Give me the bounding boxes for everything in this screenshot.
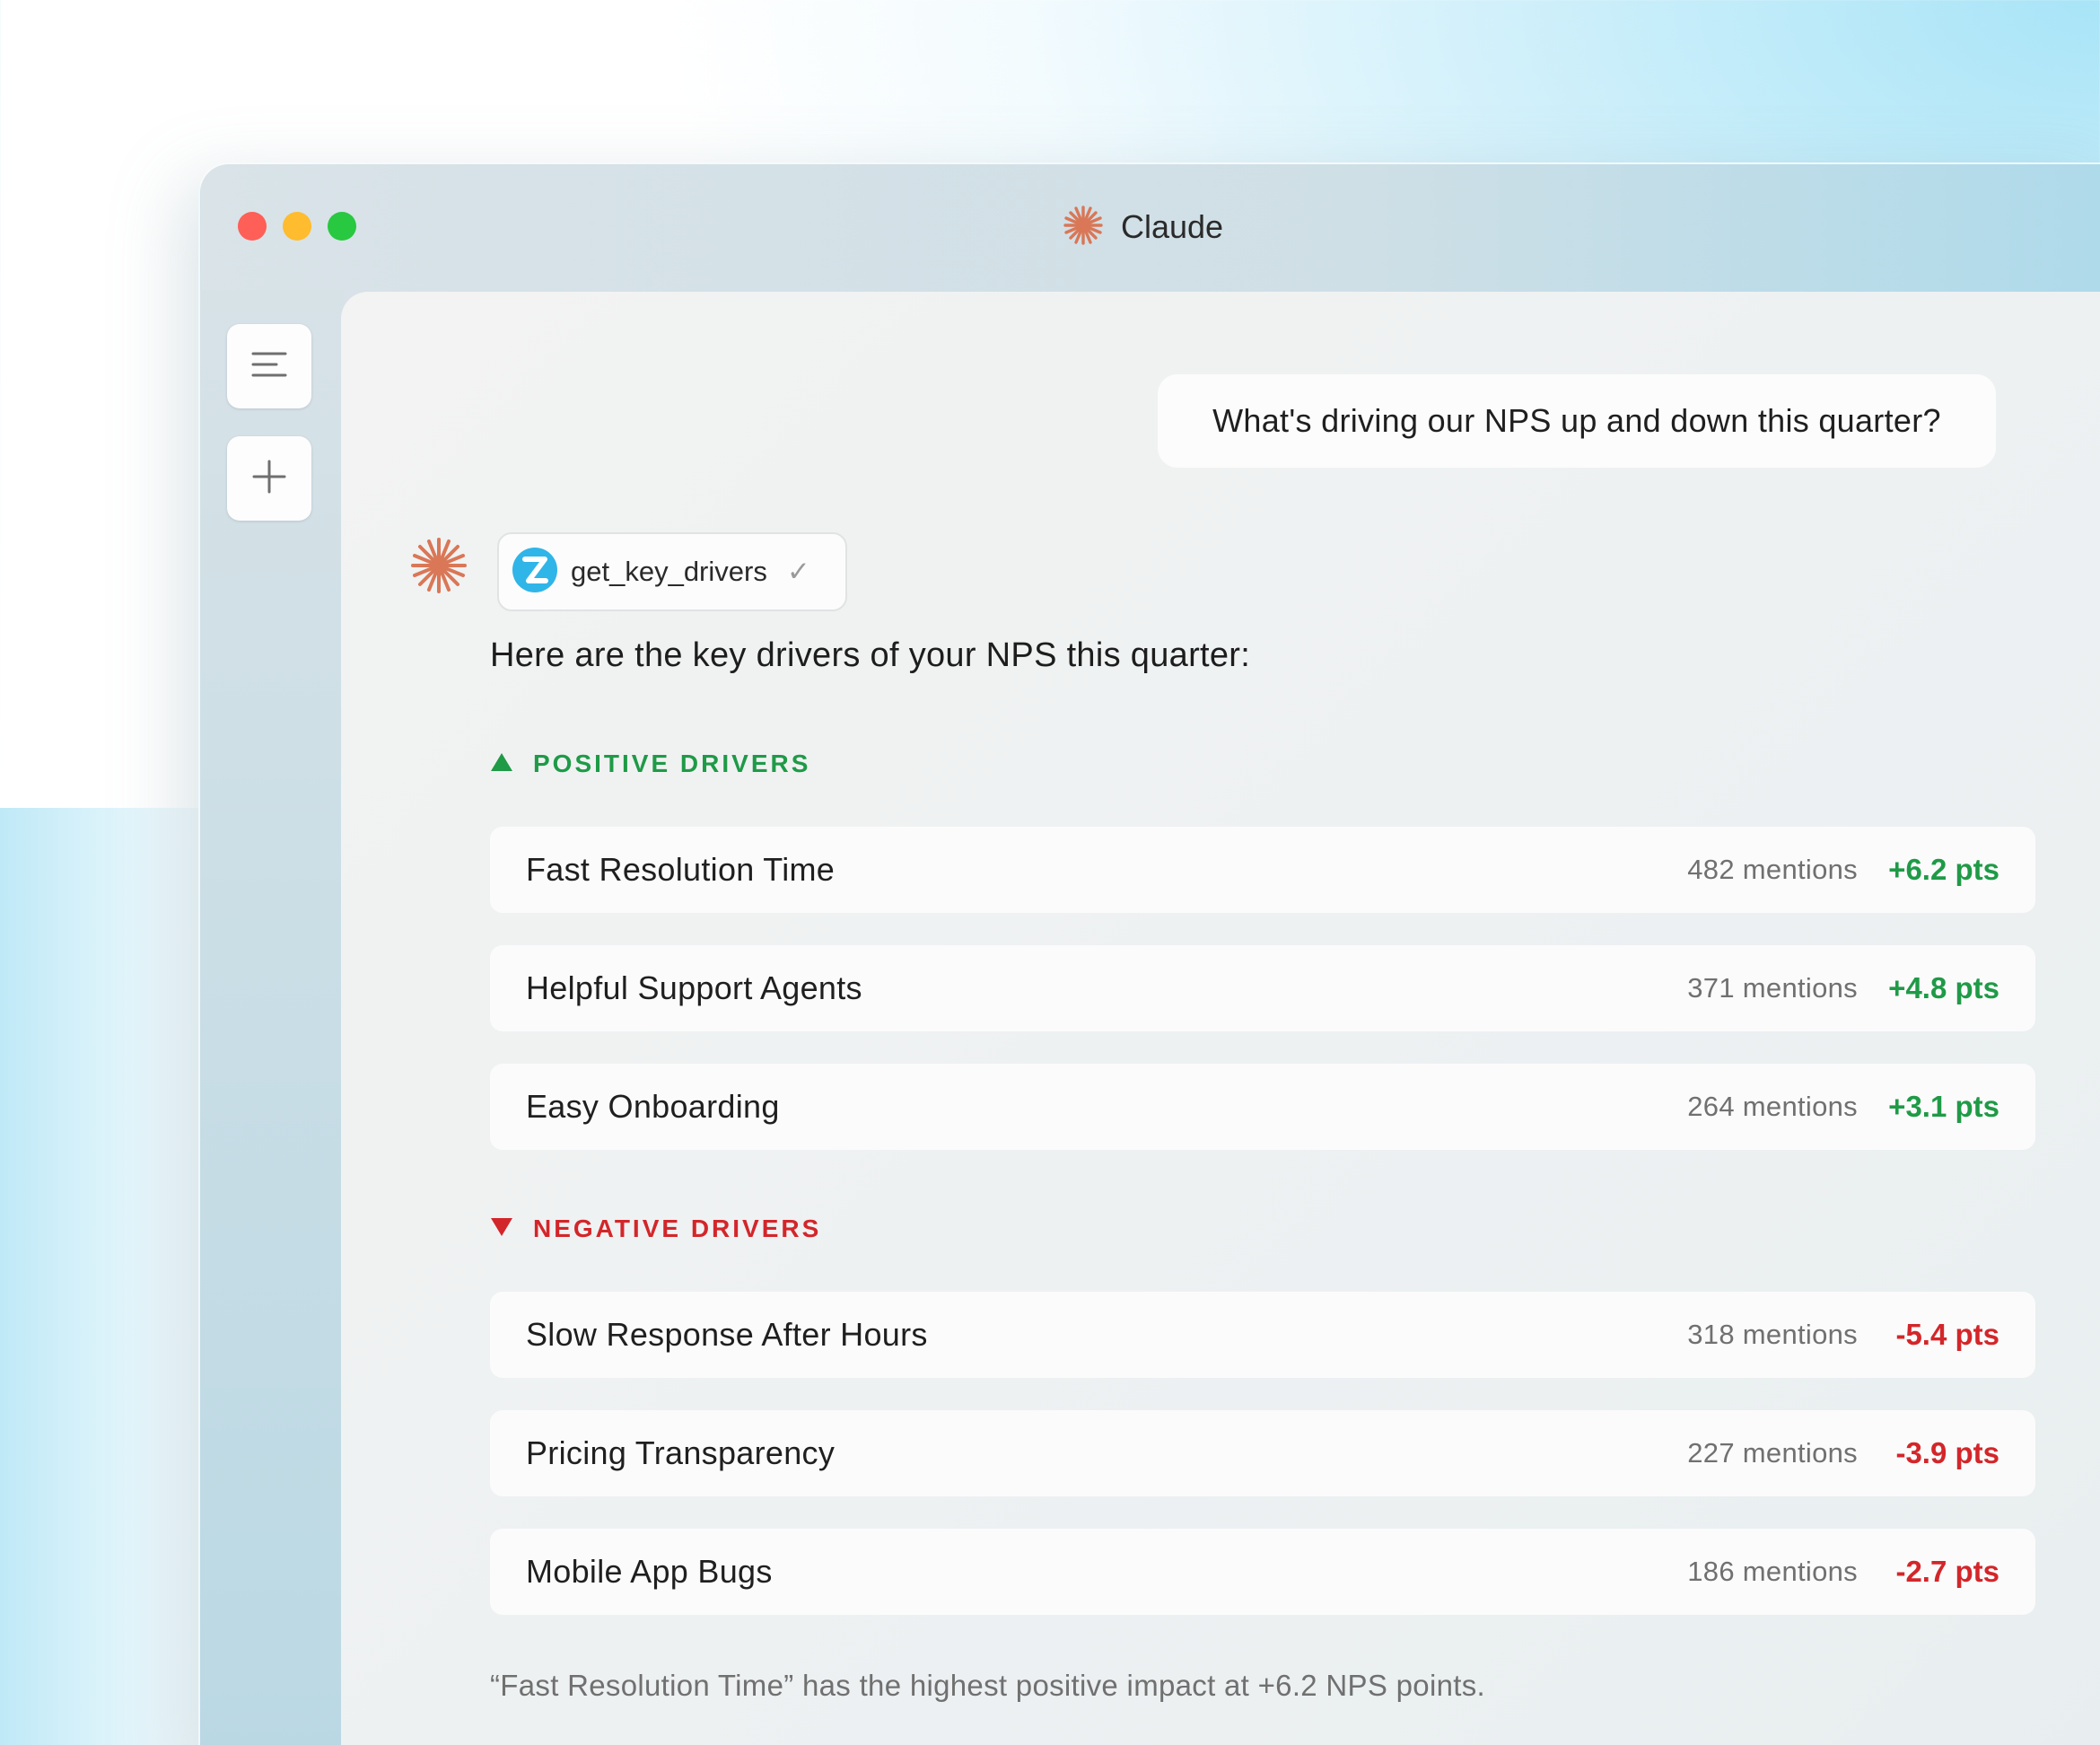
negative-drivers-title: NEGATIVE DRIVERS (533, 1214, 822, 1242)
driver-label: Mobile App Bugs (526, 1553, 773, 1590)
driver-impact: +6.2 pts (1888, 853, 1999, 886)
driver-label: Fast Resolution Time (526, 851, 836, 888)
driver-mentions: 264 mentions (1687, 1091, 1858, 1122)
driver-label: Helpful Support Agents (526, 969, 862, 1006)
zendesk-z-icon (512, 547, 558, 598)
check-icon: ✓ (786, 556, 810, 587)
driver-impact: -3.9 pts (1895, 1436, 1999, 1469)
driver-mentions: 318 mentions (1687, 1319, 1858, 1350)
claude-spark-icon (409, 536, 468, 600)
triangle-up-icon (490, 750, 513, 778)
user-message: What's driving our NPS up and down this … (1158, 374, 1996, 468)
driver-label: Slow Response After Hours (526, 1316, 928, 1353)
positive-drivers-title: POSITIVE DRIVERS (533, 750, 811, 777)
sidebar-menu-button[interactable] (227, 324, 311, 408)
driver-impact: +3.1 pts (1888, 1090, 1999, 1123)
maximize-window-button[interactable] (328, 212, 356, 241)
negative-driver-row: Pricing Transparency 227 mentions -3.9 p… (490, 1410, 2035, 1496)
chat-content: What's driving our NPS up and down this … (341, 292, 2100, 1745)
tool-call-name: get_key_drivers (571, 556, 767, 587)
new-chat-button[interactable] (227, 436, 311, 521)
minimize-window-button[interactable] (283, 212, 311, 241)
triangle-down-icon (490, 1214, 513, 1243)
negative-driver-row: Slow Response After Hours 318 mentions -… (490, 1292, 2035, 1378)
driver-mentions: 482 mentions (1687, 854, 1858, 885)
driver-label: Pricing Transparency (526, 1434, 836, 1471)
driver-impact: -5.4 pts (1895, 1318, 1999, 1351)
positive-driver-row: Fast Resolution Time 482 mentions +6.2 p… (490, 827, 2035, 913)
driver-impact: -2.7 pts (1895, 1555, 1999, 1588)
claude-spark-icon (1062, 204, 1105, 251)
tool-call-chip[interactable]: get_key_drivers ✓ (497, 532, 847, 611)
window-title-text: Claude (1121, 208, 1224, 245)
window-title: Claude (1062, 204, 1224, 251)
summary-text: “Fast Resolution Time” has the highest p… (490, 1669, 1485, 1702)
driver-mentions: 186 mentions (1687, 1556, 1858, 1587)
positive-driver-row: Easy Onboarding 264 mentions +3.1 pts (490, 1064, 2035, 1150)
positive-drivers-header: POSITIVE DRIVERS (490, 750, 810, 778)
plus-icon (251, 459, 287, 499)
menu-icon (249, 348, 289, 385)
driver-mentions: 227 mentions (1687, 1437, 1858, 1469)
app-window: Claude What's driving our NPS up and dow… (198, 162, 2100, 1745)
driver-label: Easy Onboarding (526, 1088, 780, 1125)
assistant-intro-text: Here are the key drivers of your NPS thi… (490, 636, 1251, 674)
driver-impact: +4.8 pts (1888, 971, 1999, 1004)
positive-driver-row: Helpful Support Agents 371 mentions +4.8… (490, 945, 2035, 1031)
driver-mentions: 371 mentions (1687, 972, 1858, 1004)
negative-driver-row: Mobile App Bugs 186 mentions -2.7 pts (490, 1529, 2035, 1615)
negative-drivers-header: NEGATIVE DRIVERS (490, 1214, 821, 1243)
close-window-button[interactable] (238, 212, 267, 241)
